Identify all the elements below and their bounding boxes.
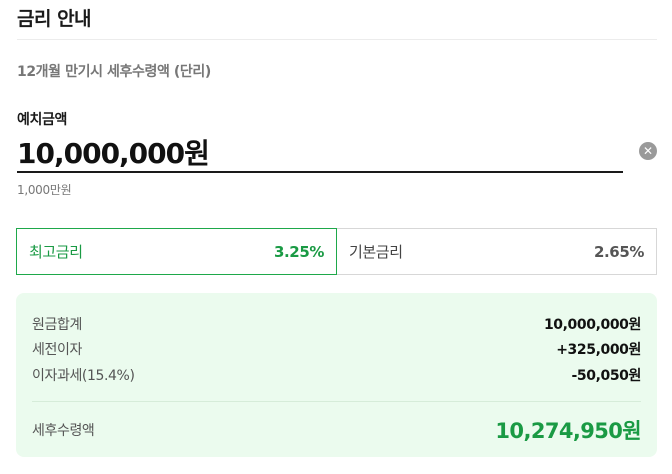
- deposit-amount-field[interactable]: 10,000,000원: [17, 128, 623, 173]
- summary-row-interest-tax: 이자과세(15.4%) -50,050원: [32, 365, 641, 385]
- page-title: 금리 안내: [17, 8, 92, 30]
- title-divider: [17, 39, 657, 40]
- summary-row-value: -50,050원: [571, 368, 641, 384]
- deposit-amount-value[interactable]: 10,000,000원: [17, 132, 210, 172]
- summary-row-principal: 원금합계 10,000,000원: [32, 314, 641, 334]
- summary-row-label: 이자과세(15.4%): [32, 368, 135, 384]
- rate-tabs: 최고금리 3.25% 기본금리 2.65%: [16, 228, 657, 275]
- summary-row-pretax-interest: 세전이자 +325,000원: [32, 339, 641, 359]
- tab-max-rate-value: 3.25%: [273, 242, 324, 261]
- summary-row-value: 10,000,000원: [543, 317, 641, 333]
- clear-icon[interactable]: ✕: [639, 142, 657, 160]
- summary-divider: [32, 401, 641, 402]
- deposit-amount-hint: 1,000만원: [17, 183, 72, 197]
- tab-base-rate-value: 2.65%: [593, 242, 644, 261]
- deposit-amount-label: 예치금액: [17, 112, 67, 128]
- tab-max-rate-label: 최고금리: [29, 243, 83, 261]
- summary-panel: 원금합계 10,000,000원 세전이자 +325,000원 이자과세(15.…: [16, 293, 657, 457]
- subtitle: 12개월 만기시 세후수령액 (단리): [17, 64, 211, 80]
- summary-row-label: 세전이자: [32, 342, 82, 358]
- summary-row-label: 원금합계: [32, 317, 82, 333]
- tab-base-rate-label: 기본금리: [349, 243, 403, 261]
- tab-max-rate[interactable]: 최고금리 3.25%: [16, 228, 337, 275]
- summary-row-value: +325,000원: [556, 342, 641, 358]
- summary-total-value: 10,274,950원: [495, 419, 641, 443]
- tab-base-rate[interactable]: 기본금리 2.65%: [337, 228, 657, 275]
- summary-total-label: 세후수령액: [32, 423, 95, 439]
- summary-row-total: 세후수령액 10,274,950원: [32, 415, 642, 445]
